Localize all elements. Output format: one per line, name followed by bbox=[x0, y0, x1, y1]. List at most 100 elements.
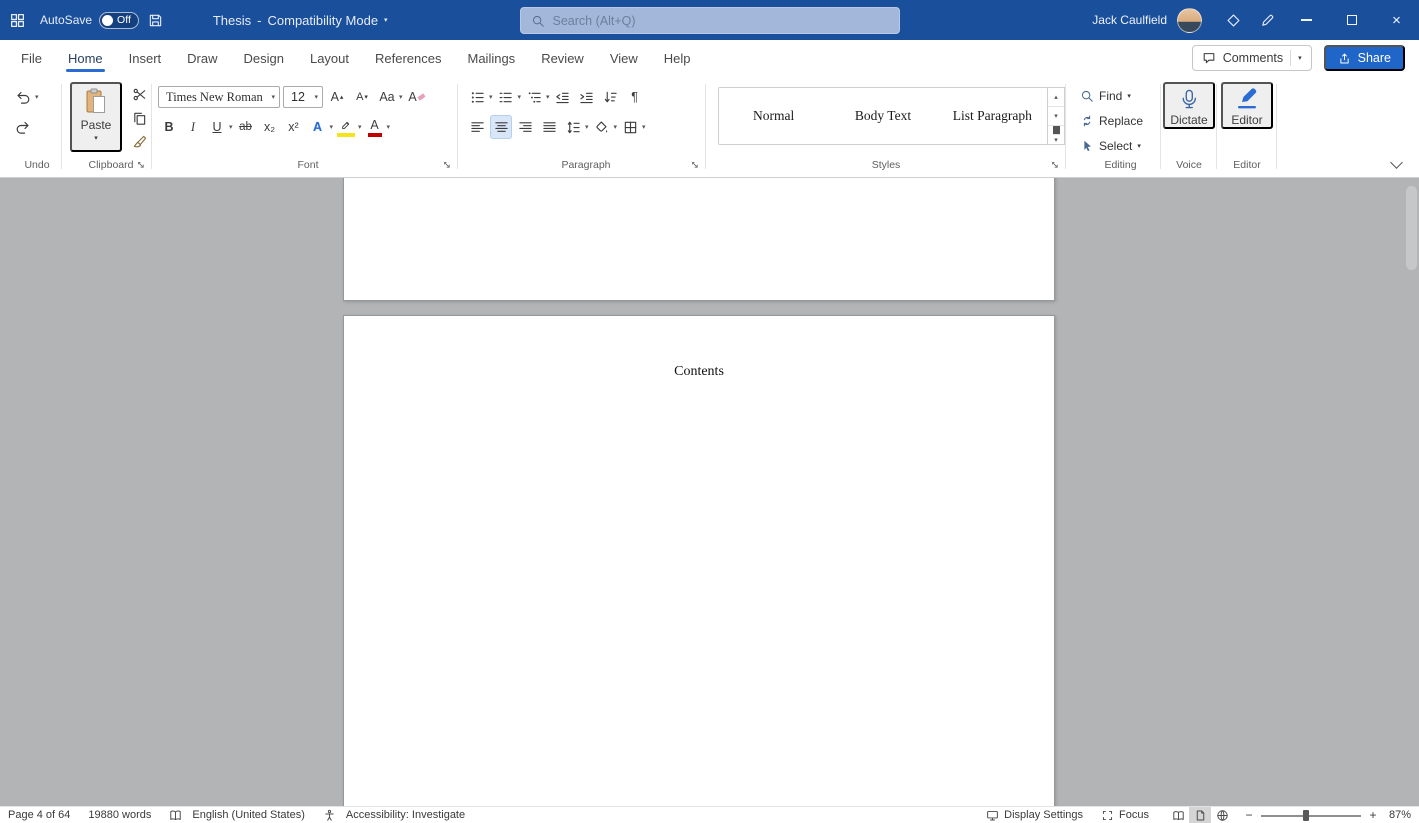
tab-mailings[interactable]: Mailings bbox=[455, 40, 529, 76]
avatar[interactable] bbox=[1177, 8, 1202, 33]
change-case-button[interactable]: Aa ▾ bbox=[376, 85, 403, 109]
document-page-previous[interactable] bbox=[343, 178, 1055, 301]
print-layout-button[interactable] bbox=[1189, 807, 1211, 823]
find-button[interactable]: Find ▾ bbox=[1080, 85, 1161, 107]
strikethrough-button[interactable]: ab bbox=[235, 115, 257, 139]
tab-file[interactable]: File bbox=[8, 40, 55, 76]
share-button[interactable]: Share bbox=[1324, 45, 1405, 71]
undo-button[interactable]: ▾ bbox=[12, 85, 39, 109]
style-body-text[interactable]: Body Text bbox=[828, 88, 937, 144]
search-input[interactable] bbox=[553, 14, 889, 28]
select-button[interactable]: Select ▾ bbox=[1080, 135, 1161, 157]
align-left-button[interactable] bbox=[466, 115, 488, 139]
font-size-combobox[interactable]: 12 ▾ bbox=[283, 86, 323, 108]
diamond-icon[interactable] bbox=[1216, 0, 1250, 40]
shading-button[interactable]: ▾ bbox=[591, 115, 618, 139]
numbering-button[interactable]: ▾ bbox=[495, 85, 522, 109]
bold-button[interactable]: B bbox=[158, 115, 180, 139]
page-indicator[interactable]: Page 4 of 64 bbox=[8, 809, 70, 821]
align-right-button[interactable] bbox=[514, 115, 536, 139]
increase-indent-button[interactable] bbox=[576, 85, 598, 109]
decrease-indent-button[interactable] bbox=[552, 85, 574, 109]
tab-help[interactable]: Help bbox=[651, 40, 704, 76]
borders-button[interactable]: ▾ bbox=[619, 115, 646, 139]
line-spacing-button[interactable]: ▾ bbox=[562, 115, 589, 139]
justify-button[interactable] bbox=[538, 115, 560, 139]
tab-view[interactable]: View bbox=[597, 40, 651, 76]
tab-design[interactable]: Design bbox=[231, 40, 297, 76]
bullets-button[interactable]: ▾ bbox=[466, 85, 493, 109]
collapse-ribbon-chevron-icon[interactable] bbox=[1390, 156, 1403, 169]
focus-icon bbox=[1101, 809, 1114, 822]
superscript-button[interactable]: x² bbox=[283, 115, 305, 139]
proofing-icon[interactable] bbox=[169, 809, 182, 822]
zoom-out-button[interactable]: − bbox=[1243, 808, 1255, 822]
focus-button[interactable]: Focus bbox=[1101, 809, 1149, 822]
copy-button[interactable] bbox=[128, 106, 150, 130]
pilcrow-button[interactable]: ¶ bbox=[624, 85, 646, 109]
redo-button[interactable] bbox=[12, 115, 34, 139]
tab-references[interactable]: References bbox=[362, 40, 454, 76]
styles-dialog-launcher[interactable] bbox=[1048, 158, 1062, 172]
paragraph-dialog-launcher[interactable] bbox=[688, 158, 702, 172]
styles-scroll-up[interactable]: ▴ bbox=[1048, 88, 1064, 107]
tab-review[interactable]: Review bbox=[528, 40, 597, 76]
search-box[interactable] bbox=[520, 7, 900, 34]
format-painter-button[interactable] bbox=[128, 130, 150, 154]
clipboard-dialog-launcher[interactable] bbox=[134, 158, 148, 172]
accessibility-status[interactable]: Accessibility: Investigate bbox=[346, 809, 465, 821]
tab-draw[interactable]: Draw bbox=[174, 40, 230, 76]
cut-button[interactable] bbox=[128, 82, 150, 106]
replace-button[interactable]: Replace bbox=[1080, 110, 1161, 132]
display-settings-button[interactable]: Display Settings bbox=[986, 809, 1083, 822]
grow-font-button[interactable]: A▴ bbox=[326, 85, 348, 109]
autosave-toggle[interactable]: AutoSave Off bbox=[40, 12, 139, 29]
autosave-switch[interactable]: Off bbox=[99, 12, 139, 29]
tab-layout[interactable]: Layout bbox=[297, 40, 362, 76]
share-label: Share bbox=[1358, 51, 1391, 65]
font-name-value: Times New Roman bbox=[166, 90, 267, 105]
multilevel-list-button[interactable]: ▾ bbox=[523, 85, 550, 109]
paste-button[interactable]: Paste ▾ bbox=[70, 82, 122, 152]
style-list-paragraph[interactable]: List Paragraph bbox=[938, 88, 1047, 144]
word-count[interactable]: 19880 words bbox=[88, 809, 151, 821]
subscript-button[interactable]: x₂ bbox=[259, 115, 281, 139]
editor-button[interactable]: Editor bbox=[1221, 82, 1273, 129]
zoom-in-button[interactable]: + bbox=[1367, 808, 1379, 822]
app-launcher-icon[interactable] bbox=[0, 0, 34, 40]
align-center-button[interactable] bbox=[490, 115, 512, 139]
underline-button[interactable]: U ▾ bbox=[206, 115, 233, 139]
style-normal[interactable]: Normal bbox=[719, 88, 828, 144]
tab-home[interactable]: Home bbox=[55, 40, 116, 76]
tab-insert[interactable]: Insert bbox=[116, 40, 175, 76]
zoom-slider-thumb[interactable] bbox=[1303, 810, 1309, 821]
read-mode-button[interactable] bbox=[1167, 807, 1189, 823]
vertical-scrollbar[interactable] bbox=[1406, 182, 1417, 806]
zoom-slider[interactable] bbox=[1261, 807, 1361, 823]
minimize-button[interactable] bbox=[1284, 0, 1329, 40]
font-dialog-launcher[interactable] bbox=[440, 158, 454, 172]
document-title[interactable]: Thesis - Compatibility Mode ▾ bbox=[213, 13, 388, 28]
contents-heading[interactable]: Contents bbox=[344, 364, 1054, 380]
comments-button[interactable]: Comments ▾ bbox=[1192, 45, 1312, 71]
text-effects-button[interactable]: A ▾ bbox=[307, 115, 334, 139]
language-indicator[interactable]: English (United States) bbox=[192, 809, 305, 821]
shrink-font-button[interactable]: A▾ bbox=[351, 85, 373, 109]
pen-icon[interactable] bbox=[1250, 0, 1284, 40]
dictate-button[interactable]: Dictate bbox=[1163, 82, 1215, 129]
save-icon[interactable] bbox=[139, 0, 173, 40]
zoom-level[interactable]: 87% bbox=[1379, 809, 1411, 821]
scrollbar-thumb[interactable] bbox=[1406, 186, 1417, 270]
web-layout-button[interactable] bbox=[1211, 807, 1233, 823]
sort-button[interactable] bbox=[600, 85, 622, 109]
font-color-button[interactable]: A ▾ bbox=[364, 115, 391, 139]
highlight-color-button[interactable]: ▾ bbox=[335, 115, 362, 139]
font-name-combobox[interactable]: Times New Roman ▾ bbox=[158, 86, 280, 108]
styles-scroll-down[interactable]: ▾ bbox=[1048, 107, 1064, 126]
maximize-button[interactable] bbox=[1329, 0, 1374, 40]
clear-formatting-button[interactable]: A bbox=[406, 85, 428, 109]
italic-button[interactable]: I bbox=[182, 115, 204, 139]
document-page-current[interactable]: Contents bbox=[343, 315, 1055, 806]
styles-gallery-more[interactable]: ▾ bbox=[1048, 126, 1064, 144]
close-button[interactable]: × bbox=[1374, 0, 1419, 40]
